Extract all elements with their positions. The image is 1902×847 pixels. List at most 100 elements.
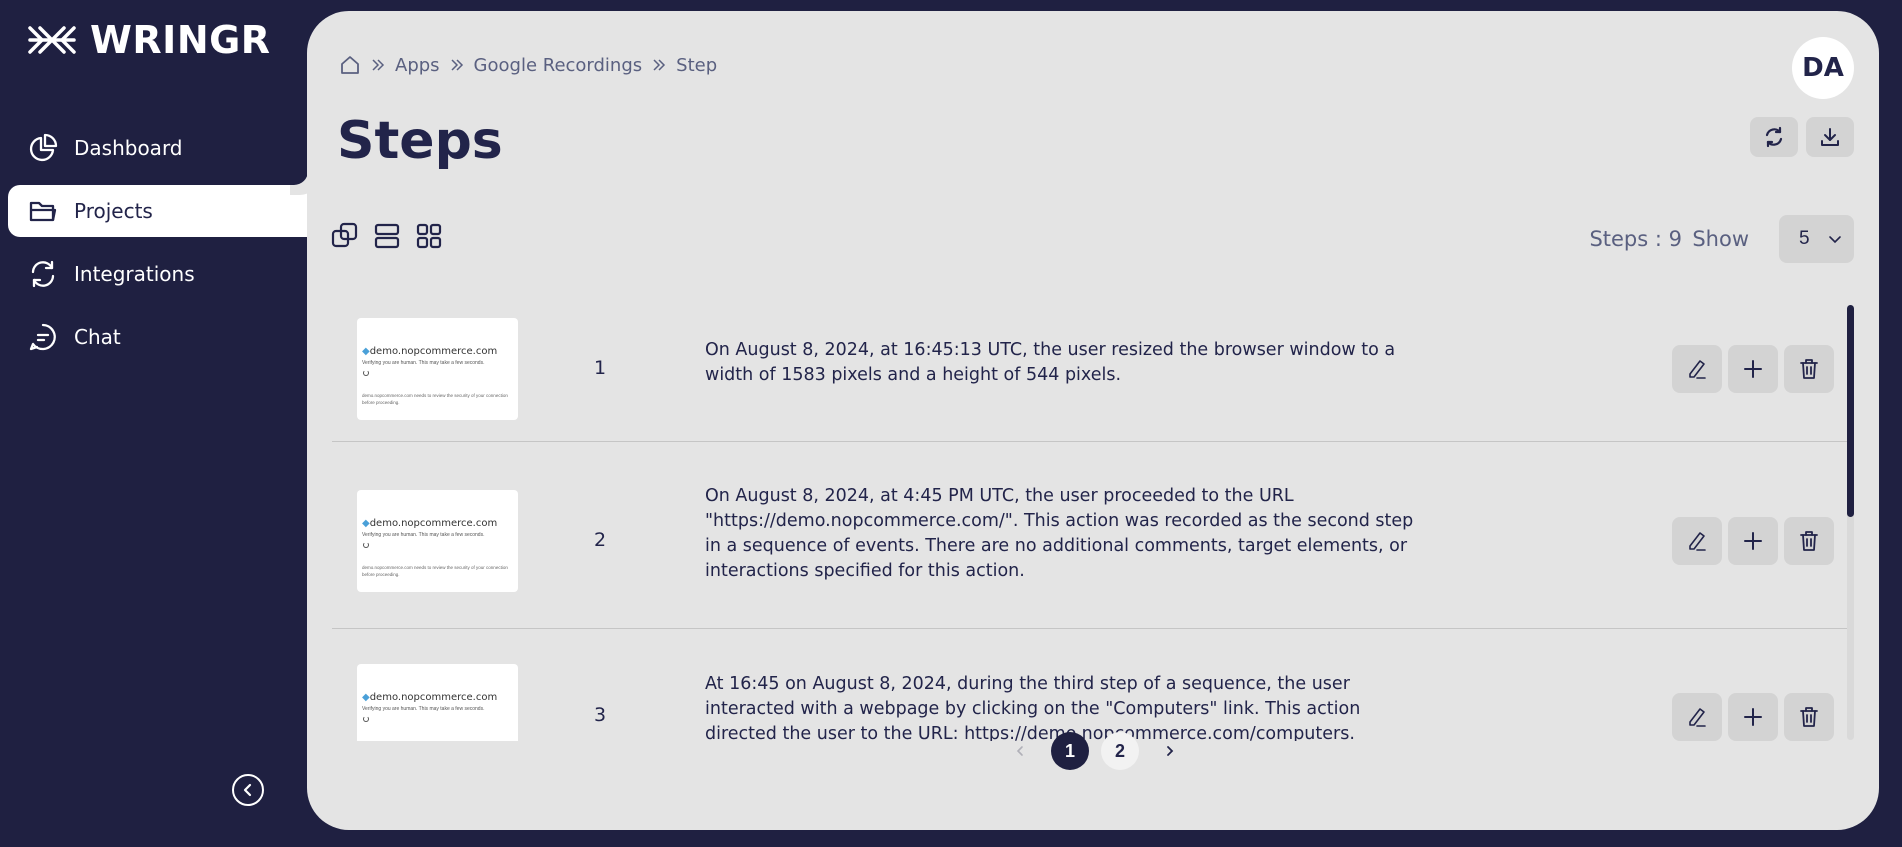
show-label: Show xyxy=(1692,227,1749,251)
row-actions xyxy=(1672,517,1834,565)
thumbnail-text: demo.nopcommerce.com needs to review the… xyxy=(362,393,508,405)
trash-icon xyxy=(1800,707,1818,727)
chat-icon xyxy=(29,323,56,351)
scrollbar-thumb[interactable] xyxy=(1847,305,1854,517)
chevron-left-icon xyxy=(243,783,252,797)
edit-icon xyxy=(1689,532,1706,551)
page-button-2[interactable]: 2 xyxy=(1101,732,1139,770)
breadcrumb-apps[interactable]: Apps xyxy=(395,55,440,76)
sidebar-item-dashboard[interactable]: Dashboard xyxy=(0,122,307,174)
chevron-down-icon xyxy=(1829,236,1841,244)
thumbnail-site-text: demo.nopcommerce.com xyxy=(369,692,498,703)
chevron-right-icon xyxy=(1167,746,1174,756)
home-icon[interactable] xyxy=(339,54,361,76)
breadcrumb-step[interactable]: Step xyxy=(676,55,717,76)
steps-table: ◆demo.nopcommerce.com Verifying you are … xyxy=(332,291,1847,741)
delete-step-button[interactable] xyxy=(1784,345,1834,393)
previous-page-button[interactable] xyxy=(1001,732,1039,770)
plus-icon xyxy=(1744,532,1762,550)
edit-step-button[interactable] xyxy=(1672,345,1722,393)
edit-icon xyxy=(1689,708,1706,727)
step-description: On August 8, 2024, at 4:45 PM UTC, the u… xyxy=(705,486,1414,581)
page-title: Steps xyxy=(337,111,503,171)
sidebar: WRINGR Dashboard Projects Integrations C… xyxy=(0,0,307,847)
trash-icon xyxy=(1800,531,1818,551)
folder-icon xyxy=(29,201,57,222)
sync-icon xyxy=(31,260,55,288)
row-actions xyxy=(1672,693,1834,741)
delete-step-button[interactable] xyxy=(1784,693,1834,741)
sidebar-item-label: Dashboard xyxy=(74,136,183,160)
steps-count: Steps : 9 xyxy=(1589,227,1682,251)
thumbnail-site: ◆demo.nopcommerce.com xyxy=(362,518,498,529)
page-size-select[interactable]: 5 xyxy=(1779,215,1854,263)
page-actions xyxy=(1750,117,1854,157)
row-actions xyxy=(1672,345,1834,393)
step-thumbnail[interactable]: ◆demo.nopcommerce.com Verifying you are … xyxy=(357,664,518,741)
spinner-icon xyxy=(363,370,369,376)
main-panel: Apps Google Recordings Step DA Steps Ste… xyxy=(307,11,1879,830)
refresh-icon xyxy=(1765,126,1783,148)
grid-view-icon[interactable] xyxy=(415,222,443,250)
wringr-logo-icon xyxy=(28,26,76,54)
sidebar-item-integrations[interactable]: Integrations xyxy=(0,248,307,300)
add-step-button[interactable] xyxy=(1728,345,1778,393)
thumbnail-text: Verifying you are human. This may take a… xyxy=(362,532,485,538)
table-scrollbar[interactable] xyxy=(1847,305,1854,740)
breadcrumb-google-recordings[interactable]: Google Recordings xyxy=(474,55,643,76)
collapse-sidebar-button[interactable] xyxy=(232,774,264,806)
plus-icon xyxy=(1744,708,1762,726)
step-number: 3 xyxy=(594,704,607,726)
add-step-button[interactable] xyxy=(1728,693,1778,741)
sidebar-nav: Dashboard Projects Integrations Chat xyxy=(0,122,307,374)
app-name: WRINGR xyxy=(90,18,271,62)
step-number: 2 xyxy=(594,529,607,551)
app-logo[interactable]: WRINGR xyxy=(26,18,271,62)
thumbnail-text: Verifying you are human. This may take a… xyxy=(362,706,485,712)
view-toggle-group xyxy=(331,222,443,250)
download-button[interactable] xyxy=(1806,117,1854,157)
add-step-button[interactable] xyxy=(1728,517,1778,565)
thumbnail-text: Verifying you are human. This may take a… xyxy=(362,360,485,366)
chevron-left-icon xyxy=(1016,746,1023,756)
step-description: On August 8, 2024, at 16:45:13 UTC, the … xyxy=(705,340,1396,385)
step-number: 1 xyxy=(594,357,607,379)
pagination: 1 2 xyxy=(1001,732,1189,770)
plus-icon xyxy=(1744,360,1762,378)
sidebar-item-projects[interactable]: Projects xyxy=(8,185,307,237)
double-chevron-right-icon xyxy=(372,59,385,71)
step-description: At 16:45 on August 8, 2024, during the t… xyxy=(705,674,1361,741)
list-view-icon[interactable] xyxy=(373,222,401,250)
breadcrumb: Apps Google Recordings Step xyxy=(339,54,717,76)
pie-chart-icon xyxy=(29,133,58,162)
table-row: ◆demo.nopcommerce.com Verifying you are … xyxy=(332,629,1847,741)
next-page-button[interactable] xyxy=(1151,732,1189,770)
sidebar-item-label: Integrations xyxy=(74,262,195,286)
sidebar-item-chat[interactable]: Chat xyxy=(0,311,307,363)
delete-step-button[interactable] xyxy=(1784,517,1834,565)
thumbnail-site: ◆demo.nopcommerce.com xyxy=(362,346,498,357)
edit-icon xyxy=(1689,360,1706,379)
thumbnail-site-text: demo.nopcommerce.com xyxy=(369,346,498,357)
edit-step-button[interactable] xyxy=(1672,693,1722,741)
overlay-view-icon[interactable] xyxy=(331,222,359,250)
sidebar-item-label: Projects xyxy=(74,199,153,223)
refresh-button[interactable] xyxy=(1750,117,1798,157)
double-chevron-right-icon xyxy=(653,59,666,71)
table-row: ◆demo.nopcommerce.com Verifying you are … xyxy=(332,291,1847,442)
spinner-icon xyxy=(363,542,369,548)
step-thumbnail[interactable]: ◆demo.nopcommerce.com Verifying you are … xyxy=(357,318,518,420)
download-icon xyxy=(1821,128,1839,146)
thumbnail-site-text: demo.nopcommerce.com xyxy=(369,518,498,529)
table-row: ◆demo.nopcommerce.com Verifying you are … xyxy=(332,442,1847,629)
spinner-icon xyxy=(363,716,369,722)
step-thumbnail[interactable]: ◆demo.nopcommerce.com Verifying you are … xyxy=(357,490,518,592)
user-avatar[interactable]: DA xyxy=(1792,37,1854,99)
page-size-value: 5 xyxy=(1799,228,1810,249)
page-button-1[interactable]: 1 xyxy=(1051,732,1089,770)
sidebar-item-label: Chat xyxy=(74,325,121,349)
edit-step-button[interactable] xyxy=(1672,517,1722,565)
double-chevron-right-icon xyxy=(451,59,463,71)
thumbnail-site: ◆demo.nopcommerce.com xyxy=(362,692,498,703)
thumbnail-text: demo.nopcommerce.com needs to review the… xyxy=(362,565,508,577)
